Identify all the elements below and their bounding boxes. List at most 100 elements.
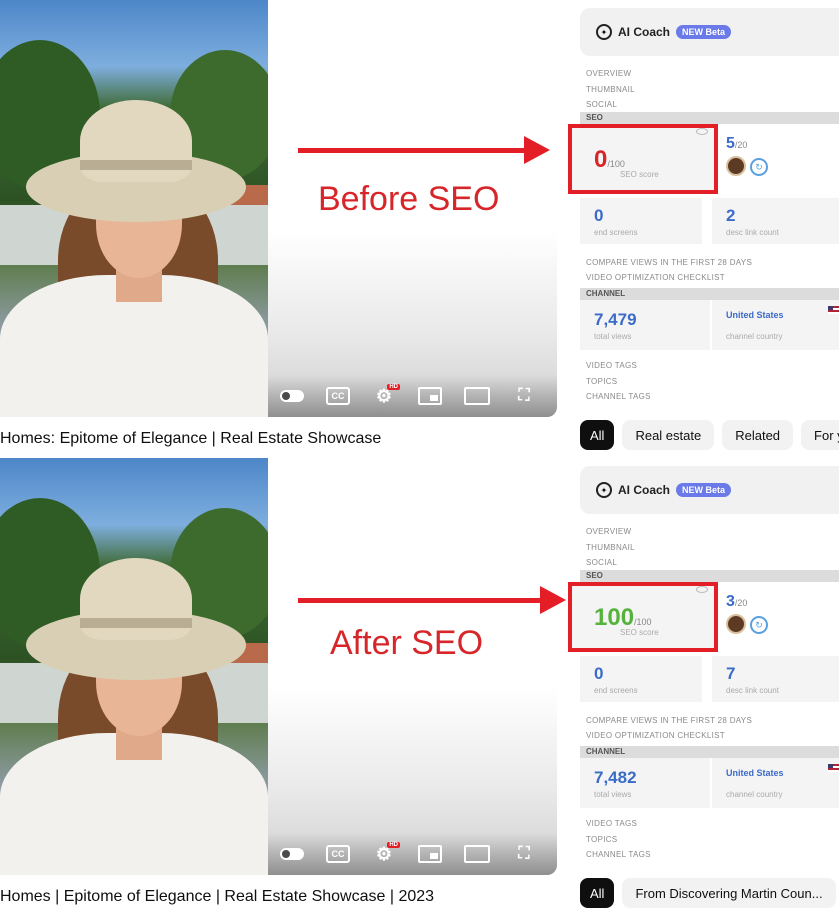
chip-for-you[interactable]: For y — [801, 420, 839, 450]
nav-overview[interactable]: OVERVIEW — [586, 66, 635, 82]
captions-icon[interactable]: CC — [326, 845, 350, 863]
section-nav: OVERVIEW THUMBNAIL SOCIAL — [586, 66, 635, 113]
ai-coach-card[interactable]: ✦ AI Coach NEW Beta — [580, 466, 839, 514]
seo-score-caption: SEO score — [620, 170, 659, 179]
video-player[interactable]: CC ⚙ HD ⛶ — [0, 458, 557, 875]
red-arrow — [298, 586, 566, 614]
nav-thumbnail[interactable]: THUMBNAIL — [586, 82, 635, 98]
desc-links-card: 2 desc link count — [712, 198, 839, 244]
channel-country-card: United States channel country — [712, 758, 839, 808]
settings-gear-icon[interactable]: ⚙ HD — [372, 842, 400, 864]
checklist-header[interactable]: VIDEO OPTIMIZATION CHECKLIST — [586, 731, 725, 740]
red-arrow — [298, 136, 550, 164]
desc-links-value: 7 — [726, 664, 736, 683]
video-tags-header[interactable]: VIDEO TAGS — [586, 816, 651, 832]
channel-section-header[interactable]: CHANNEL — [580, 746, 839, 758]
channel-section-header[interactable]: CHANNEL — [580, 288, 839, 300]
beta-badge: NEW Beta — [676, 25, 732, 39]
tags-count: 5/20 — [726, 135, 748, 152]
hd-badge: HD — [387, 842, 400, 848]
video-title: Homes | Epitome of Elegance | Real Estat… — [0, 888, 435, 905]
video-frame — [0, 0, 268, 417]
tags-sections: VIDEO TAGS TOPICS CHANNEL TAGS — [586, 816, 651, 863]
chip-all[interactable]: All — [580, 878, 615, 908]
tags-count: 3/20 — [726, 593, 748, 610]
video-title: Homes: Epitome of Elegance | Real Estate… — [0, 430, 382, 447]
compare-views-header[interactable]: COMPARE VIEWS IN THE FIRST 28 DAYS — [586, 716, 752, 725]
total-views-card: 7,482 total views — [580, 758, 710, 808]
video-tags-header[interactable]: VIDEO TAGS — [586, 358, 651, 374]
video-frame — [0, 458, 268, 875]
beta-badge: NEW Beta — [676, 483, 732, 497]
chip-related[interactable]: Related — [722, 420, 794, 450]
channel-country-caption: channel country — [726, 790, 783, 799]
seo-score-caption: SEO score — [620, 628, 659, 637]
total-views-caption: total views — [594, 332, 632, 341]
seo-section-header[interactable]: SEO — [580, 112, 839, 124]
theater-mode-icon[interactable] — [464, 845, 490, 863]
player-controls: CC ⚙ HD ⛶ — [268, 375, 557, 417]
settings-gear-icon[interactable]: ⚙ HD — [372, 384, 400, 406]
end-screens-caption: end screens — [594, 686, 638, 695]
desc-links-caption: desc link count — [726, 686, 779, 695]
topics-header[interactable]: TOPICS — [586, 832, 651, 848]
refresh-icon[interactable]: ↻ — [750, 158, 768, 176]
nav-thumbnail[interactable]: THUMBNAIL — [586, 540, 635, 556]
miniplayer-icon[interactable] — [418, 845, 442, 863]
filter-chips: All Real estate Related For y — [580, 420, 839, 450]
fullscreen-icon[interactable]: ⛶ — [512, 845, 536, 863]
tags-sections: VIDEO TAGS TOPICS CHANNEL TAGS — [586, 358, 651, 405]
hat-band — [80, 160, 192, 170]
autoplay-toggle-icon[interactable] — [280, 845, 304, 863]
end-screens-card: 0 end screens — [580, 656, 702, 702]
captions-icon[interactable]: CC — [326, 387, 350, 405]
theater-mode-icon[interactable] — [464, 387, 490, 405]
nav-overview[interactable]: OVERVIEW — [586, 524, 635, 540]
autoplay-toggle-icon[interactable] — [280, 387, 304, 405]
ai-coach-card[interactable]: ✦ AI Coach NEW Beta — [580, 8, 839, 56]
channel-country-value: United States — [726, 310, 784, 320]
end-screens-caption: end screens — [594, 228, 638, 237]
us-flag-icon — [828, 764, 839, 772]
after-seo-panel: CC ⚙ HD ⛶ Homes | Epitome of Elegance | R… — [0, 458, 839, 913]
nav-social[interactable]: SOCIAL — [586, 555, 635, 571]
vidiq-sidebar: ✦ AI Coach NEW Beta OVERVIEW THUMBNAIL S… — [568, 458, 839, 871]
avatar — [726, 156, 746, 176]
channel-tags-header[interactable]: CHANNEL TAGS — [586, 389, 651, 405]
total-views-value: 7,482 — [594, 768, 637, 787]
ai-coach-title: AI Coach — [618, 483, 671, 497]
before-seo-panel: CC ⚙ HD ⛶ Homes: Epitome of Elegance | Re… — [0, 0, 839, 455]
chip-from-channel[interactable]: From Discovering Martin Coun... — [622, 878, 836, 908]
fullscreen-icon[interactable]: ⛶ — [512, 387, 536, 405]
seo-section-header[interactable]: SEO — [580, 570, 839, 582]
eye-icon[interactable] — [696, 586, 708, 593]
miniplayer-icon[interactable] — [418, 387, 442, 405]
channel-country-caption: channel country — [726, 332, 783, 341]
avatar — [726, 614, 746, 634]
channel-country-value: United States — [726, 768, 784, 778]
filter-chips: All From Discovering Martin Coun... — [580, 878, 839, 908]
desc-links-value: 2 — [726, 206, 736, 225]
hd-badge: HD — [387, 384, 400, 390]
chip-real-estate[interactable]: Real estate — [622, 420, 715, 450]
refresh-icon[interactable]: ↻ — [750, 616, 768, 634]
vidiq-sidebar: ✦ AI Coach NEW Beta OVERVIEW THUMBNAIL S… — [568, 0, 839, 413]
seo-score-highlight — [568, 124, 718, 194]
video-blank-area — [268, 458, 557, 875]
chat-bubble-icon: ✦ — [596, 482, 612, 498]
eye-icon[interactable] — [696, 128, 708, 135]
hat-band — [80, 618, 192, 628]
us-flag-icon — [828, 306, 839, 314]
topics-header[interactable]: TOPICS — [586, 374, 651, 390]
channel-tags-header[interactable]: CHANNEL TAGS — [586, 847, 651, 863]
after-seo-label: After SEO — [330, 624, 484, 662]
channel-country-card: United States channel country — [712, 300, 839, 350]
compare-views-header[interactable]: COMPARE VIEWS IN THE FIRST 28 DAYS — [586, 258, 752, 267]
total-views-card: 7,479 total views — [580, 300, 710, 350]
checklist-header[interactable]: VIDEO OPTIMIZATION CHECKLIST — [586, 273, 725, 282]
end-screens-card: 0 end screens — [580, 198, 702, 244]
nav-social[interactable]: SOCIAL — [586, 97, 635, 113]
total-views-caption: total views — [594, 790, 632, 799]
player-controls: CC ⚙ HD ⛶ — [268, 833, 557, 875]
chip-all[interactable]: All — [580, 420, 615, 450]
